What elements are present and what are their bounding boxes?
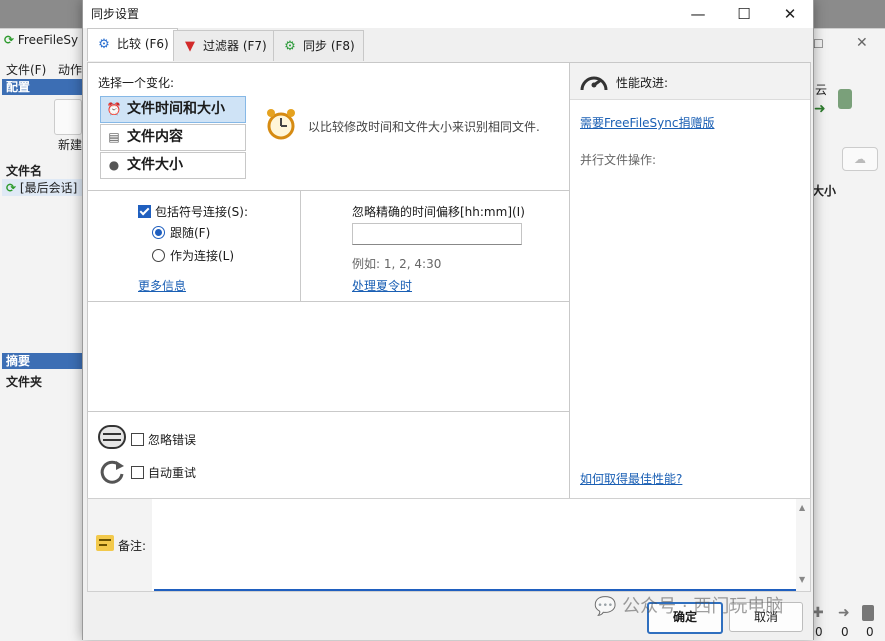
gear-icon: ⚙ [98,37,110,52]
time-shift-label: 忽略精确的时间偏移[hh:mm](I) [352,205,525,219]
compare-panel: 选择一个变化: ⏰ 文件时间和大小 ▤ 文件内容 ● 文件大小 以比较修改时间和文件大… [87,62,811,500]
watermark-text: 公众号 · 西门玩电脑 [622,596,784,617]
more-info-link[interactable]: 更多信息 [138,277,186,294]
donation-edition-link[interactable]: 需要FreeFileSync捐赠版 [580,114,714,131]
new-label: 新建 [58,138,83,152]
maximize-button[interactable]: ☐ [721,0,767,28]
ignore-errors-check[interactable] [131,433,144,446]
last-session-label: [最后会话] [19,181,78,195]
include-symlinks-label: 包括符号连接(S): [155,205,249,219]
variant-content-label: 文件内容 [127,129,183,145]
update-icon: ➜ [838,605,850,621]
count-create: 0 [815,625,823,639]
count-update: 0 [841,625,849,639]
dialog-title: 同步设置 [91,7,140,21]
follow-radio[interactable]: 跟随(F) [152,224,210,241]
time-shift-example: 例如: 1, 2, 4:30 [352,257,442,271]
performance-title: 性能改进: [616,76,669,90]
choose-variant-label: 选择一个变化: [98,76,175,90]
follow-label: 跟随(F) [170,226,211,240]
separator-vertical [300,191,301,301]
ignore-errors-checkbox[interactable]: 忽略错误 [131,431,196,448]
filename-header: 文件名 [6,164,43,178]
delete-icon [862,605,874,621]
tab-filter-label: 过滤器 (F7) [203,39,267,53]
tab-sync-label: 同步 (F8) [303,39,355,53]
tab-compare[interactable]: ⚙ 比较 (F6) [87,28,178,61]
parallel-ops-label: 并行文件操作: [580,153,657,167]
document-icon: ▤ [108,130,120,144]
ignore-errors-icon [98,425,126,449]
tab-bar: ⚙ 比较 (F6) ▼ 过滤器 (F7) ⚙ 同步 (F8) [83,28,813,62]
app-title-text: FreeFileSy [17,33,79,47]
dst-link[interactable]: 处理夏令时 [352,277,412,294]
menu-action[interactable]: 动作 [58,61,82,78]
count-delete: 0 [866,625,874,639]
alarm-clock-icon [267,109,295,140]
auto-retry-check[interactable] [131,466,144,479]
separator-right-panel [569,63,570,499]
tab-sync[interactable]: ⚙ 同步 (F8) [273,30,364,61]
tab-filter[interactable]: ▼ 过滤器 (F7) [173,30,276,61]
bg-maximize-icon[interactable]: ☐ [813,37,824,51]
variant-description: 以比较修改时间和文件大小来识别相同文件. [308,120,540,134]
separator-bottom [88,411,569,412]
variant-time-size-label: 文件时间和大小 [127,101,225,117]
clock-icon: ⏰ [106,102,122,116]
notes-label-box: 备注: [88,499,152,591]
filter-icon: ▼ [185,39,195,54]
auto-retry-checkbox[interactable]: 自动重试 [131,464,196,481]
as-link-radio[interactable]: 作为连接(L) [152,247,234,264]
freefilesync-logo-icon: ⟳ [4,33,15,47]
app-title: ⟳ FreeFileSy [4,33,78,47]
notes-area: 备注: ▲ ▼ [87,498,811,592]
variant-size-label: 文件大小 [127,157,183,173]
database-icon[interactable] [838,89,852,109]
folder-header: 文件夹 [6,375,43,389]
time-shift-input[interactable] [352,223,522,245]
disk-icon: ● [108,158,120,172]
notes-label: 备注: [118,539,147,553]
variant-size-button[interactable]: ● 文件大小 [100,152,246,179]
dialog-titlebar[interactable]: 同步设置 — ☐ ✕ [83,0,813,28]
include-symlinks-check[interactable] [138,205,151,218]
watermark: 💬 公众号 · 西门玩电脑 [594,592,783,618]
scroll-up-icon[interactable]: ▲ [799,503,805,512]
auto-retry-label: 自动重试 [148,466,197,480]
wechat-icon: 💬 [594,596,617,617]
separator-middle [88,301,569,302]
auto-retry-icon [100,460,124,484]
sync-icon: ⟳ [6,181,17,195]
as-link-label: 作为连接(L) [170,249,235,263]
minimize-button[interactable]: — [675,0,721,28]
menu-file[interactable]: 文件(F) [6,61,46,78]
notes-scrollbar[interactable]: ▲ ▼ [796,499,810,591]
notes-input[interactable] [154,501,798,591]
best-performance-link[interactable]: 如何取得最佳性能? [580,470,682,487]
summary-header: 摘要 [2,353,82,369]
variant-content-button[interactable]: ▤ 文件内容 [100,124,246,151]
ignore-errors-label: 忽略错误 [148,433,197,447]
performance-header: 性能改进: [570,63,810,100]
scroll-down-icon[interactable]: ▼ [799,575,805,584]
config-header: 配置 [2,79,82,95]
bg-close-icon[interactable]: ✕ [856,35,868,51]
sync-settings-dialog: 同步设置 — ☐ ✕ ⚙ 比较 (F6) ▼ 过滤器 (F7) ⚙ 同步 (F8) 选… [82,0,814,640]
include-symlinks-checkbox[interactable]: 包括符号连接(S): [138,203,248,220]
separator-top [88,190,569,191]
sync-gear-icon: ⚙ [284,39,296,54]
size-header: 大小 [812,184,837,198]
last-session-row[interactable]: ⟳ [最后会话] [2,179,82,196]
variant-time-size-button[interactable]: ⏰ 文件时间和大小 [100,96,246,123]
as-link-radio-dot[interactable] [152,249,165,262]
bg-right-partial-label: 云 [815,83,828,97]
tab-compare-label: 比较 (F6) [117,37,169,51]
close-button[interactable]: ✕ [767,0,813,28]
speedometer-icon [580,76,608,91]
note-icon [96,535,114,551]
cloud-icon[interactable]: ☁ [842,147,878,171]
new-config-button[interactable] [54,99,82,135]
follow-radio-dot[interactable] [152,226,165,239]
arrow-right-icon: ➜ [814,101,826,117]
